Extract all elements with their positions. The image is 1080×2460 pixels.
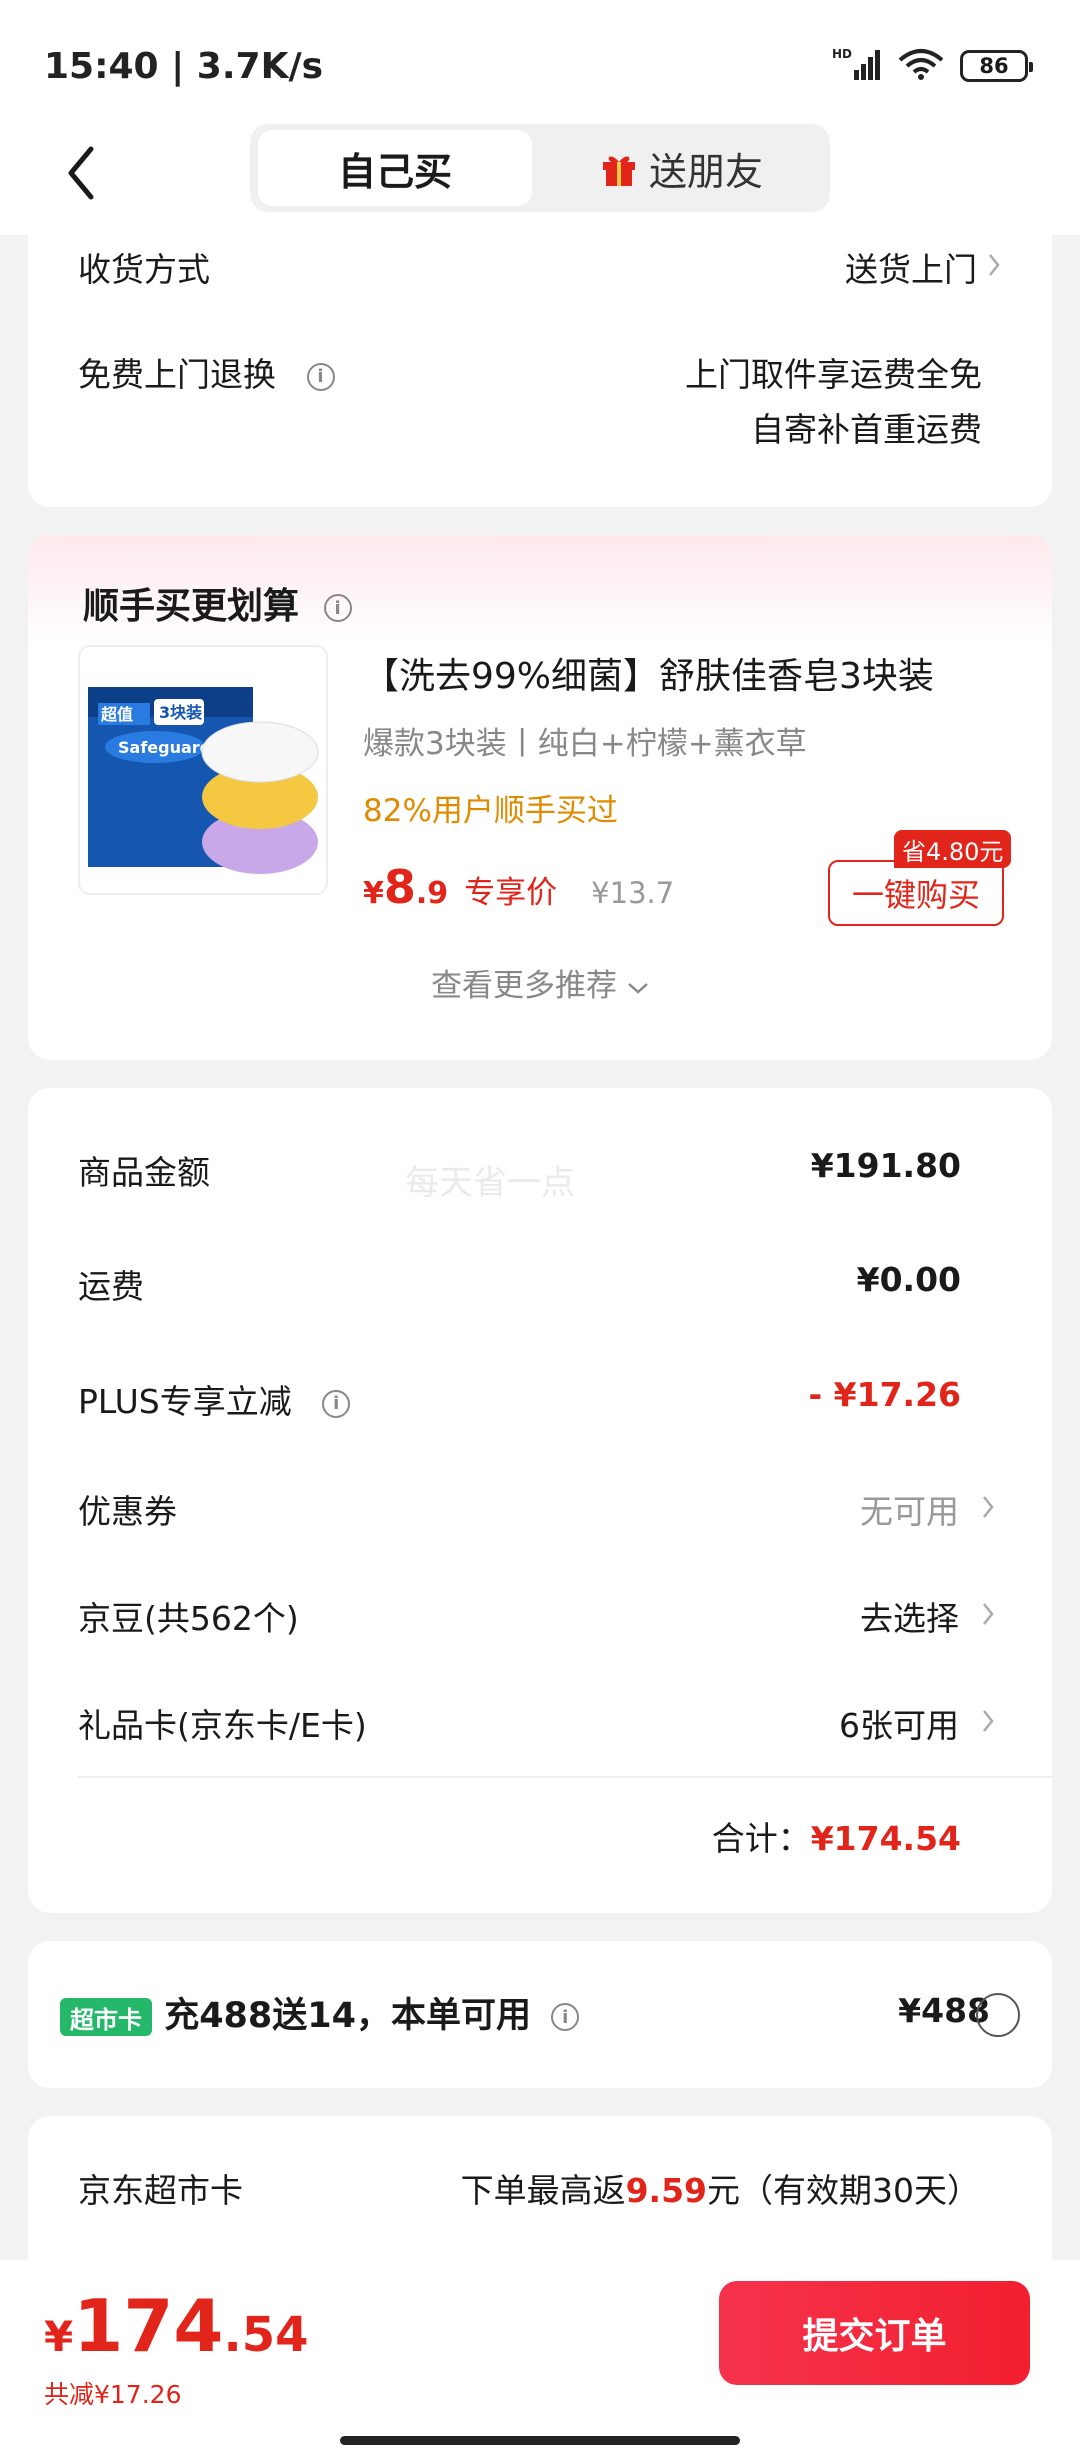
summary-total: 合计：¥174.54 (712, 1812, 961, 1860)
bottom-saved: 共减¥17.26 (44, 2380, 182, 2409)
promo-radio[interactable] (976, 1993, 1020, 2037)
one-click-buy-button[interactable]: 一键购买 (828, 860, 1004, 926)
summary-label-giftcard: 礼品卡(京东卡/E卡) (78, 1706, 367, 1745)
cashback-suffix: 元（有效期30天） (707, 2171, 980, 2210)
battery-icon: 86 (960, 50, 1033, 82)
plus-discount-text: PLUS专享立减 (78, 1382, 292, 1421)
divider (78, 1776, 1052, 1778)
price-integer: 8 (383, 860, 416, 914)
chevron-right-icon (984, 245, 1004, 285)
info-icon[interactable]: i (551, 2003, 580, 2031)
product-price: ¥ 8 .9 专享价 ¥13.7 (363, 860, 674, 914)
free-return-value-1: 上门取件享运费全免 (685, 355, 982, 394)
summary-label-shipping: 运费 (78, 1267, 144, 1306)
cashback-prefix: 下单最高返 (460, 2171, 626, 2210)
bottom-bar: ¥ 174 .54 共减¥17.26 提交订单 (0, 2260, 1080, 2460)
summary-value-goods: ¥191.80 (810, 1146, 961, 1185)
free-return-label: 免费上门退换 i (78, 348, 335, 396)
status-bar: 15:40 | 3.7K/s HD 86 (0, 0, 1080, 120)
summary-label-plus: PLUS专享立减 i (78, 1375, 351, 1423)
info-icon[interactable]: i (306, 362, 335, 391)
cashback-amount: 9.59 (625, 2171, 707, 2210)
more-recommend-link[interactable]: 查看更多推荐 (28, 960, 1052, 1005)
box-text-count: 3块装 (159, 703, 202, 722)
summary-value-shipping: ¥0.00 (856, 1260, 961, 1299)
soap-brand-label: Safeguard (118, 738, 211, 757)
signal-icon: HD (832, 46, 882, 86)
delivery-card: 收货方式 送货上门 免费上门退换 i 上门取件享运费全免 自寄补首重运费 (28, 215, 1052, 507)
summary-value-jingdou[interactable]: 去选择 (860, 1592, 959, 1640)
summary-value-plus: - ¥17.26 (808, 1375, 961, 1414)
supermarket-card-value: 下单最高返9.59元（有效期30天） (461, 2164, 980, 2212)
free-return-text: 免费上门退换 (78, 355, 276, 394)
recommend-title-text: 顺手买更划算 (83, 586, 300, 627)
watermark-text: 每天省一点 (405, 1163, 575, 1203)
chevron-down-icon (628, 982, 648, 994)
summary-label-jingdou: 京豆(共562个) (78, 1599, 299, 1638)
price-decimal: .9 (415, 876, 449, 911)
tab-gift-friend[interactable]: 送朋友 (540, 130, 822, 206)
price-tag: 专享价 (464, 875, 558, 911)
delivery-method-value[interactable]: 送货上门 (845, 243, 977, 291)
purchase-mode-switch: 自己买 送朋友 (250, 124, 830, 212)
bought-rate: 82%用户顺手买过 (363, 793, 618, 829)
summary-value-coupon[interactable]: 无可用 (860, 1485, 959, 1533)
free-return-value-2: 自寄补首重运费 (751, 410, 982, 449)
original-price: ¥13.7 (591, 876, 675, 910)
box-text-value: 超值 (100, 705, 133, 724)
summary-label-coupon: 优惠券 (78, 1492, 177, 1531)
submit-order-button[interactable]: 提交订单 (719, 2281, 1030, 2385)
chevron-left-icon (68, 146, 94, 200)
chevron-right-icon (978, 1701, 998, 1741)
promo-text-row: 超市卡 充488送14，本单可用 i (60, 1987, 580, 2038)
supermarket-card-info: 京东超市卡 下单最高返9.59元（有效期30天） (28, 2116, 1052, 2260)
bottom-total-int: 174 (73, 2284, 224, 2368)
status-time: 15:40 | 3.7K/s (44, 46, 324, 87)
chevron-right-icon (978, 1487, 998, 1527)
summary-label-goods: 商品金额 (78, 1153, 210, 1192)
save-badge: 省4.80元 (894, 830, 1012, 868)
info-icon[interactable]: i (322, 1389, 351, 1418)
bottom-total-dec: .54 (223, 2307, 309, 2363)
total-label: 合计： (711, 1819, 811, 1858)
bottom-total-price: ¥ 174 .54 (44, 2284, 309, 2368)
chevron-right-icon (978, 1594, 998, 1634)
wifi-icon (896, 46, 946, 86)
svg-text:HD: HD (832, 47, 852, 61)
bottom-currency: ¥ (44, 2312, 74, 2361)
recommend-title: 顺手买更划算 i (83, 577, 352, 629)
info-icon[interactable]: i (323, 594, 352, 622)
tab-friend-label: 送朋友 (648, 149, 763, 194)
recommend-card: 顺手买更划算 i 超值 3块装 Safeguard 【洗去99%细菌】舒肤佳香皂… (28, 535, 1052, 1060)
promo-text: 充488送14，本单可用 (164, 1996, 531, 2036)
product-spec: 爆款3块装丨纯白+柠檬+薰衣草 (363, 726, 807, 762)
supermarket-card-label: 京东超市卡 (78, 2171, 243, 2210)
product-name[interactable]: 【洗去99%细菌】舒肤佳香皂3块装 (363, 647, 934, 699)
more-recommend-text: 查看更多推荐 (431, 968, 618, 1004)
tab-self-buy[interactable]: 自己买 (258, 130, 532, 206)
supermarket-card-tag: 超市卡 (60, 1998, 152, 2036)
product-image[interactable]: 超值 3块装 Safeguard (78, 645, 328, 895)
gift-icon (602, 156, 635, 186)
delivery-method-label: 收货方式 (78, 250, 210, 289)
home-indicator[interactable] (340, 2436, 740, 2445)
back-button[interactable] (50, 138, 110, 208)
status-icons: HD 86 (832, 46, 1033, 86)
supermarket-promo-card[interactable]: 超市卡 充488送14，本单可用 i ¥488 (28, 1941, 1052, 2088)
summary-value-giftcard[interactable]: 6张可用 (839, 1699, 959, 1747)
price-currency: ¥ (363, 876, 384, 911)
total-value: ¥174.54 (810, 1819, 961, 1858)
